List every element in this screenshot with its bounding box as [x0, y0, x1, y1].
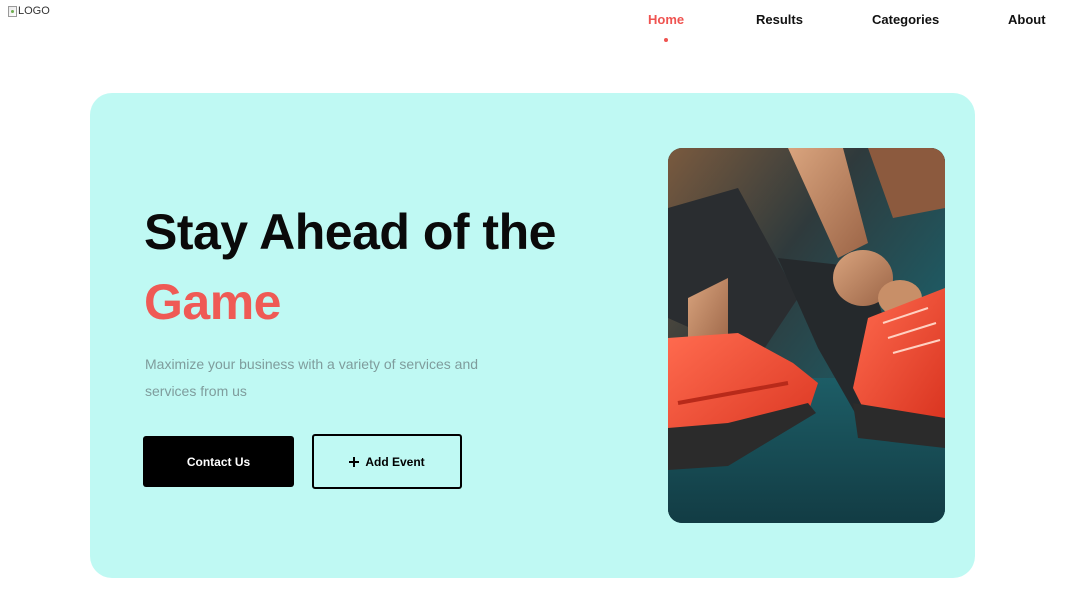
headline-accent-word: Game: [144, 274, 281, 330]
headline-line-1: Stay Ahead of the: [144, 204, 556, 260]
plus-icon: [349, 456, 360, 467]
hero-headline: Stay Ahead of the Game: [144, 197, 556, 337]
nav-item-home[interactable]: Home: [648, 12, 684, 27]
hero-subtitle: Maximize your business with a variety of…: [145, 356, 479, 399]
contact-us-label: Contact Us: [186, 454, 251, 469]
nav-item-categories[interactable]: Categories: [872, 12, 939, 27]
active-nav-indicator: [664, 38, 668, 42]
main-nav: Home Results Categories About: [0, 12, 1067, 46]
nav-item-about[interactable]: About: [1008, 12, 1046, 27]
landing-page: LOGO Home Results Categories About Stay …: [0, 0, 1067, 600]
nav-item-results[interactable]: Results: [756, 12, 803, 27]
hero-card: Stay Ahead of the Game Maximize your bus…: [90, 93, 975, 578]
hero-photo: [668, 148, 945, 523]
add-event-label: Add Event: [365, 454, 425, 469]
add-event-button[interactable]: Add Event: [312, 434, 462, 489]
runner-shoes-illustration: [668, 148, 945, 523]
contact-us-button[interactable]: Contact Us: [143, 436, 294, 487]
